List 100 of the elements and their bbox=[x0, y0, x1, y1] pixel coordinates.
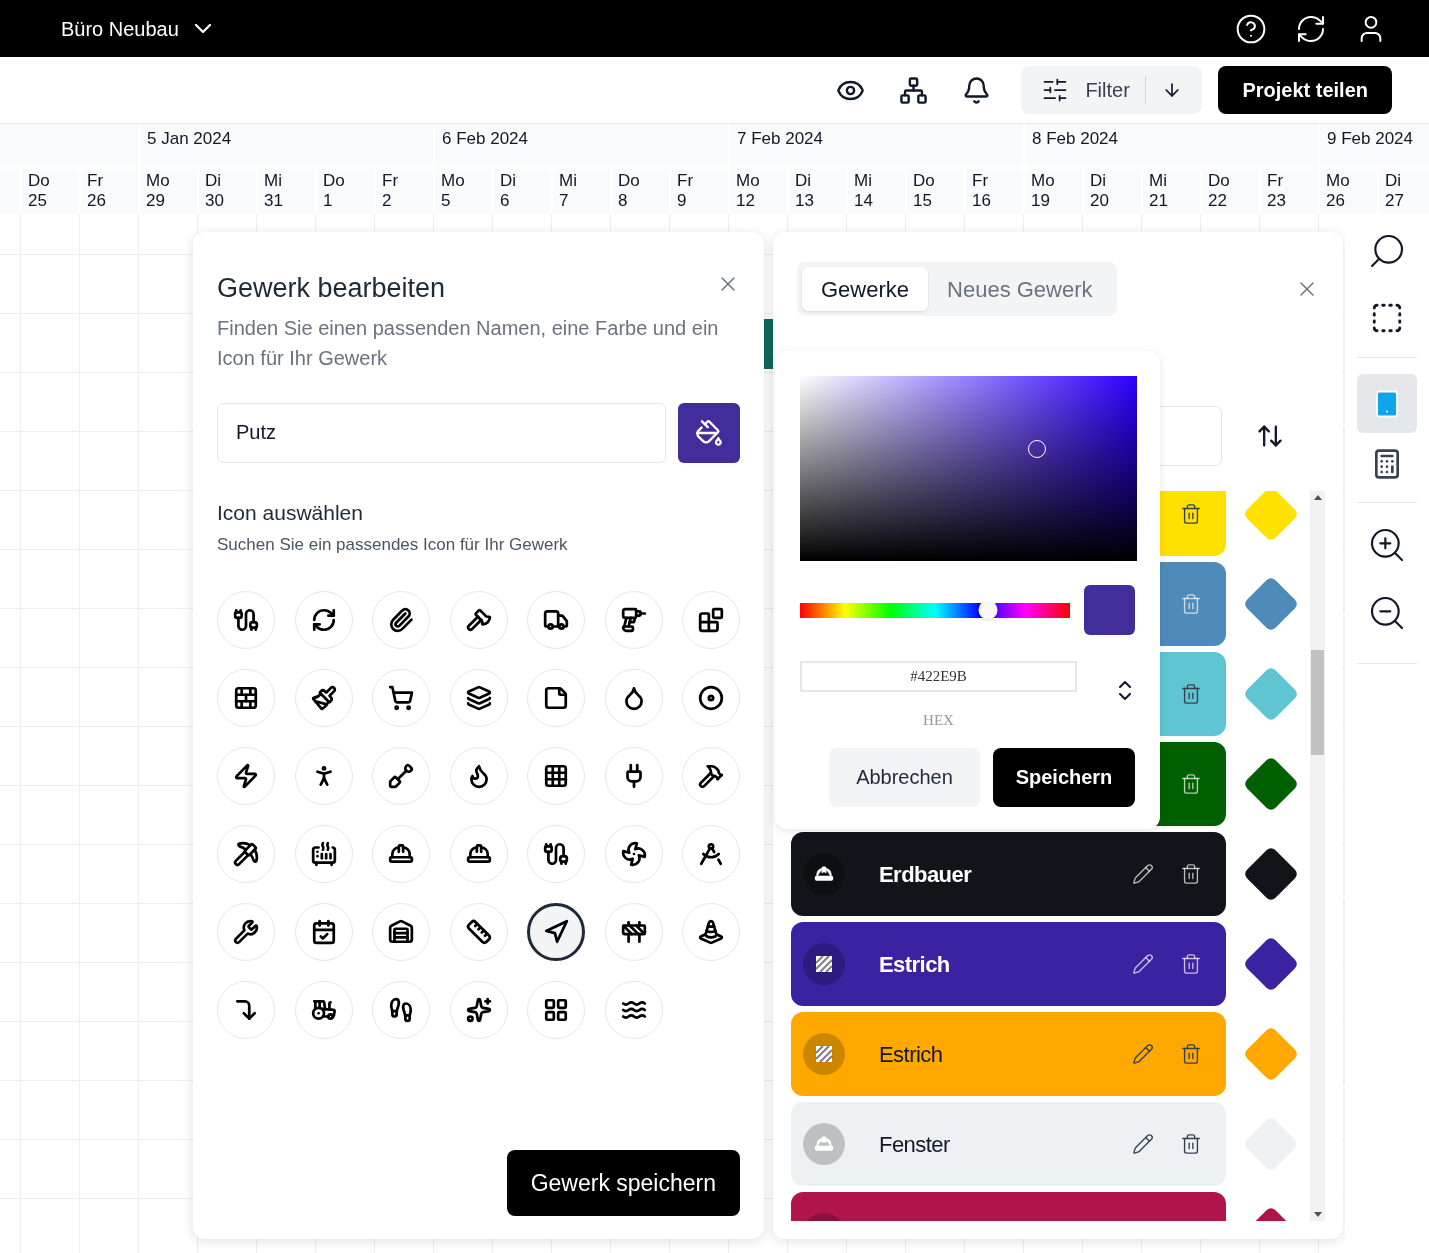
weekday-label: Do bbox=[1208, 171, 1231, 191]
weekday-label: Fr bbox=[382, 171, 400, 191]
delete-icon[interactable] bbox=[1180, 683, 1202, 705]
edit-icon[interactable] bbox=[1132, 1133, 1154, 1155]
weekday-label: Mi bbox=[559, 171, 578, 191]
cable-icon bbox=[543, 840, 569, 867]
delete-icon[interactable] bbox=[1180, 1133, 1202, 1155]
scroll-down-icon[interactable] bbox=[1313, 1212, 1322, 1217]
trade-name: Estrich bbox=[879, 950, 950, 979]
warehouse-icon bbox=[388, 918, 414, 945]
footprints-icon bbox=[388, 996, 414, 1023]
weekday-label: Di bbox=[205, 171, 223, 191]
weekday-label: Fr bbox=[677, 171, 695, 191]
weekday-label: Mo bbox=[1031, 171, 1056, 191]
tab[interactable]: Gewerke bbox=[802, 267, 929, 311]
trade-name: Estrich bbox=[879, 1040, 943, 1069]
hatched-square-icon bbox=[814, 1044, 834, 1064]
paintbrush-icon bbox=[310, 684, 337, 711]
grid-icon bbox=[543, 996, 569, 1023]
save-color-button[interactable]: Speichern bbox=[993, 747, 1135, 807]
hex-input[interactable]: #422E9B bbox=[800, 661, 1077, 692]
weekday-label: Do bbox=[913, 171, 936, 191]
help-icon[interactable] bbox=[1235, 12, 1267, 45]
format-toggle[interactable] bbox=[1119, 681, 1131, 700]
delete-icon[interactable] bbox=[1180, 863, 1202, 885]
weekday-label: Fr bbox=[1267, 171, 1285, 191]
tab[interactable]: Neues Gewerk bbox=[928, 267, 1112, 311]
barrier-icon bbox=[620, 918, 647, 945]
delete-icon[interactable] bbox=[1180, 1043, 1202, 1065]
weekday-label: Do bbox=[28, 171, 51, 191]
scrollbar-thumb[interactable] bbox=[1311, 650, 1324, 755]
trade-name: Fenster bbox=[879, 1130, 950, 1159]
selection-icon[interactable] bbox=[1370, 301, 1404, 335]
delete-icon[interactable] bbox=[1180, 503, 1202, 525]
delete-icon[interactable] bbox=[1180, 953, 1202, 975]
saturation-area[interactable] bbox=[800, 376, 1137, 561]
trade-row[interactable]: Erdbauer bbox=[791, 832, 1226, 916]
project-selector[interactable]: Büro Neubau bbox=[61, 13, 211, 44]
weekday-label: Di bbox=[1090, 171, 1108, 191]
day-number: 7 bbox=[559, 191, 570, 211]
month-label: 6 Feb 2024 bbox=[442, 129, 528, 148]
chevron-up-icon bbox=[1119, 681, 1131, 688]
filter-control[interactable]: Filter bbox=[1021, 66, 1203, 114]
day-number: 1 bbox=[323, 191, 334, 211]
weekday-label: Mo bbox=[441, 171, 466, 191]
month-label: 8 Feb 2024 bbox=[1032, 129, 1118, 148]
cycle-arrows-icon bbox=[310, 606, 337, 633]
section-title: Icon auswählen bbox=[217, 499, 364, 526]
share-button[interactable]: Projekt teilen bbox=[1218, 66, 1392, 114]
chevron-down-icon bbox=[194, 24, 211, 33]
cable-icon bbox=[233, 606, 259, 633]
scroll-up-icon[interactable] bbox=[1313, 495, 1322, 500]
scrollbar[interactable] bbox=[1310, 491, 1325, 1221]
hue-thumb[interactable] bbox=[978, 600, 998, 620]
cart-icon bbox=[388, 684, 414, 711]
hue-slider[interactable] bbox=[800, 602, 1070, 618]
trade-name: Erdbauer bbox=[879, 860, 972, 889]
edit-icon[interactable] bbox=[1132, 1043, 1154, 1065]
dialog-subtitle: Finden Sie einen passenden Namen, eine Farbe und ein Icon für Ihr Gewerk bbox=[217, 315, 720, 371]
dialog-title: Gewerk bearbeiten bbox=[217, 272, 446, 305]
filter-label[interactable]: Filter bbox=[1085, 75, 1130, 105]
shovel-icon bbox=[388, 762, 414, 789]
day-number: 21 bbox=[1149, 191, 1169, 211]
weekday-label: Di bbox=[1385, 171, 1403, 191]
trade-row[interactable]: Estrich bbox=[791, 1012, 1226, 1096]
hierarchy-icon[interactable] bbox=[899, 75, 929, 105]
heater-icon bbox=[310, 840, 337, 867]
hatched-square-icon bbox=[814, 954, 834, 974]
trade-row[interactable]: Fenster bbox=[791, 1102, 1226, 1186]
active-tool[interactable] bbox=[1357, 374, 1417, 433]
day-number: 27 bbox=[1385, 191, 1405, 211]
fan-icon bbox=[620, 840, 647, 867]
save-trade-button[interactable]: Gewerk speichern bbox=[506, 1150, 740, 1216]
weekday-label: Mo bbox=[1326, 171, 1351, 191]
wrench-icon bbox=[233, 918, 259, 945]
day-number: 13 bbox=[795, 191, 815, 211]
paint-bucket-icon bbox=[695, 418, 723, 447]
color-button[interactable] bbox=[678, 402, 740, 463]
day-number: 16 bbox=[972, 191, 992, 211]
delete-icon[interactable] bbox=[1180, 773, 1202, 795]
axe-icon bbox=[465, 606, 492, 633]
icon-option[interactable] bbox=[527, 902, 585, 961]
cancel-button[interactable]: Abbrechen bbox=[829, 747, 980, 807]
day-number: 6 bbox=[500, 191, 511, 211]
day-number: 9 bbox=[677, 191, 688, 211]
day-number: 26 bbox=[87, 191, 107, 211]
weekday-label: Di bbox=[795, 171, 813, 191]
day-number: 8 bbox=[618, 191, 629, 211]
weekday-label: Do bbox=[618, 171, 641, 191]
weekday-label: Do bbox=[323, 171, 346, 191]
trade-row[interactable]: Estrich bbox=[791, 922, 1226, 1006]
day-number: 12 bbox=[736, 191, 756, 211]
weekday-label: Mi bbox=[854, 171, 873, 191]
name-input[interactable]: Putz bbox=[217, 402, 666, 463]
day-number: 19 bbox=[1031, 191, 1051, 211]
sparkles-icon bbox=[465, 996, 492, 1023]
grid-icon bbox=[543, 762, 569, 789]
day-number: 20 bbox=[1090, 191, 1110, 211]
lightning-icon bbox=[233, 762, 259, 789]
month-label: 7 Feb 2024 bbox=[737, 129, 823, 148]
